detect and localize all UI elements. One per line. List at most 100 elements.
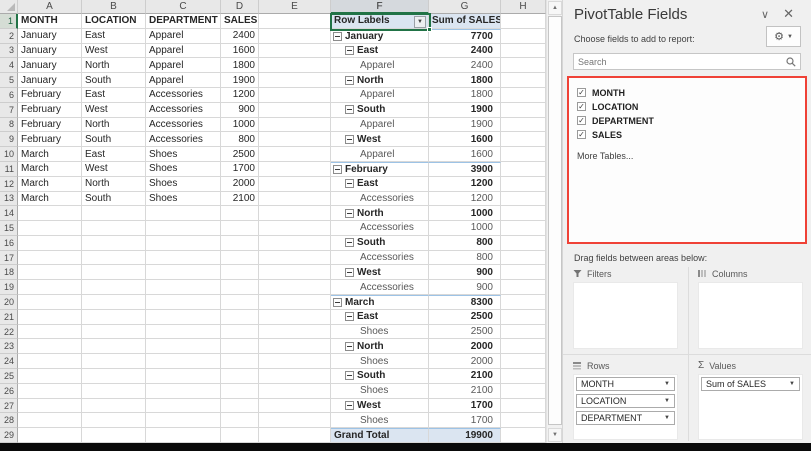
cell-D29[interactable] <box>221 428 259 443</box>
scroll-down-icon[interactable]: ▼ <box>548 428 562 442</box>
cell-F27[interactable]: West <box>331 399 429 414</box>
cell-H19[interactable] <box>501 280 546 295</box>
cell-C2[interactable]: Apparel <box>146 29 221 44</box>
cell-B5[interactable]: South <box>82 73 146 88</box>
cell-F18[interactable]: West <box>331 265 429 280</box>
cell-B20[interactable] <box>82 295 146 310</box>
cell-B7[interactable]: West <box>82 103 146 118</box>
cell-F4[interactable]: Apparel <box>331 58 429 73</box>
cell-B21[interactable] <box>82 310 146 325</box>
cell-C6[interactable]: Accessories <box>146 88 221 103</box>
cell-E23[interactable] <box>259 339 331 354</box>
checkbox-checked-icon[interactable]: ✓ <box>577 116 586 125</box>
cell-E28[interactable] <box>259 413 331 428</box>
row-header-28[interactable]: 28 <box>0 413 18 428</box>
cell-A21[interactable] <box>18 310 82 325</box>
column-header-E[interactable]: E <box>259 0 331 14</box>
cell-B25[interactable] <box>82 369 146 384</box>
collapse-icon[interactable] <box>345 401 354 410</box>
cell-H18[interactable] <box>501 265 546 280</box>
collapse-icon[interactable] <box>345 238 354 247</box>
cell-A8[interactable]: February <box>18 118 82 133</box>
cell-F25[interactable]: South <box>331 369 429 384</box>
cell-G17[interactable]: 800 <box>429 251 501 266</box>
cell-D6[interactable]: 1200 <box>221 88 259 103</box>
collapse-icon[interactable] <box>345 209 354 218</box>
row-header-27[interactable]: 27 <box>0 399 18 414</box>
cell-C21[interactable] <box>146 310 221 325</box>
cell-A10[interactable]: March <box>18 147 82 162</box>
cell-F11[interactable]: February <box>331 162 429 177</box>
cell-D13[interactable]: 2100 <box>221 192 259 207</box>
cell-G28[interactable]: 1700 <box>429 413 501 428</box>
cell-G26[interactable]: 2100 <box>429 384 501 399</box>
cell-A11[interactable]: March <box>18 162 82 177</box>
cell-G14[interactable]: 1000 <box>429 206 501 221</box>
cell-B12[interactable]: North <box>82 177 146 192</box>
cell-G15[interactable]: 1000 <box>429 221 501 236</box>
cell-D15[interactable] <box>221 221 259 236</box>
cell-A29[interactable] <box>18 428 82 443</box>
cell-A20[interactable] <box>18 295 82 310</box>
cell-A22[interactable] <box>18 325 82 340</box>
cell-G24[interactable]: 2000 <box>429 354 501 369</box>
pill-department[interactable]: DEPARTMENT▼ <box>576 411 675 425</box>
cell-B1[interactable]: LOCATION <box>82 14 146 29</box>
cell-D1[interactable]: SALES <box>221 14 259 29</box>
row-header-1[interactable]: 1 <box>0 14 18 29</box>
checkbox-checked-icon[interactable]: ✓ <box>577 102 586 111</box>
cell-D10[interactable]: 2500 <box>221 147 259 162</box>
cell-G1[interactable]: Sum of SALES <box>429 14 501 29</box>
row-header-6[interactable]: 6 <box>0 88 18 103</box>
cell-C23[interactable] <box>146 339 221 354</box>
collapse-icon[interactable] <box>345 268 354 277</box>
cell-F26[interactable]: Shoes <box>331 384 429 399</box>
values-dropzone[interactable]: Sum of SALES▼ <box>698 374 803 440</box>
cell-D28[interactable] <box>221 413 259 428</box>
cell-E24[interactable] <box>259 354 331 369</box>
cell-H9[interactable] <box>501 132 546 147</box>
cell-A24[interactable] <box>18 354 82 369</box>
cell-B9[interactable]: South <box>82 132 146 147</box>
cell-F22[interactable]: Shoes <box>331 325 429 340</box>
cell-B10[interactable]: East <box>82 147 146 162</box>
cell-A9[interactable]: February <box>18 132 82 147</box>
cell-F29[interactable]: Grand Total <box>331 428 429 443</box>
pill-location[interactable]: LOCATION▼ <box>576 394 675 408</box>
cell-F2[interactable]: January <box>331 29 429 44</box>
cell-G13[interactable]: 1200 <box>429 192 501 207</box>
cell-D9[interactable]: 800 <box>221 132 259 147</box>
pill-month[interactable]: MONTH▼ <box>576 377 675 391</box>
cell-E13[interactable] <box>259 192 331 207</box>
row-header-11[interactable]: 11 <box>0 162 18 177</box>
cell-C17[interactable] <box>146 251 221 266</box>
row-header-2[interactable]: 2 <box>0 29 18 44</box>
cell-G11[interactable]: 3900 <box>429 162 501 177</box>
cell-A1[interactable]: MONTH <box>18 14 82 29</box>
row-header-26[interactable]: 26 <box>0 384 18 399</box>
cell-H5[interactable] <box>501 73 546 88</box>
cell-C16[interactable] <box>146 236 221 251</box>
row-header-25[interactable]: 25 <box>0 369 18 384</box>
cell-G25[interactable]: 2100 <box>429 369 501 384</box>
cell-C9[interactable]: Accessories <box>146 132 221 147</box>
scrollbar-thumb[interactable] <box>548 16 562 425</box>
cell-E6[interactable] <box>259 88 331 103</box>
cell-E1[interactable] <box>259 14 331 29</box>
cell-H21[interactable] <box>501 310 546 325</box>
cell-E18[interactable] <box>259 265 331 280</box>
cell-F3[interactable]: East <box>331 44 429 59</box>
row-header-12[interactable]: 12 <box>0 177 18 192</box>
collapse-icon[interactable] <box>345 342 354 351</box>
cell-B13[interactable]: South <box>82 192 146 207</box>
cell-D21[interactable] <box>221 310 259 325</box>
cell-E22[interactable] <box>259 325 331 340</box>
cell-D22[interactable] <box>221 325 259 340</box>
cell-E29[interactable] <box>259 428 331 443</box>
collapse-icon[interactable] <box>345 371 354 380</box>
cell-G23[interactable]: 2000 <box>429 339 501 354</box>
row-labels-filter-button[interactable]: ▼ <box>414 16 426 28</box>
cell-E4[interactable] <box>259 58 331 73</box>
cell-A4[interactable]: January <box>18 58 82 73</box>
column-header-B[interactable]: B <box>82 0 146 14</box>
